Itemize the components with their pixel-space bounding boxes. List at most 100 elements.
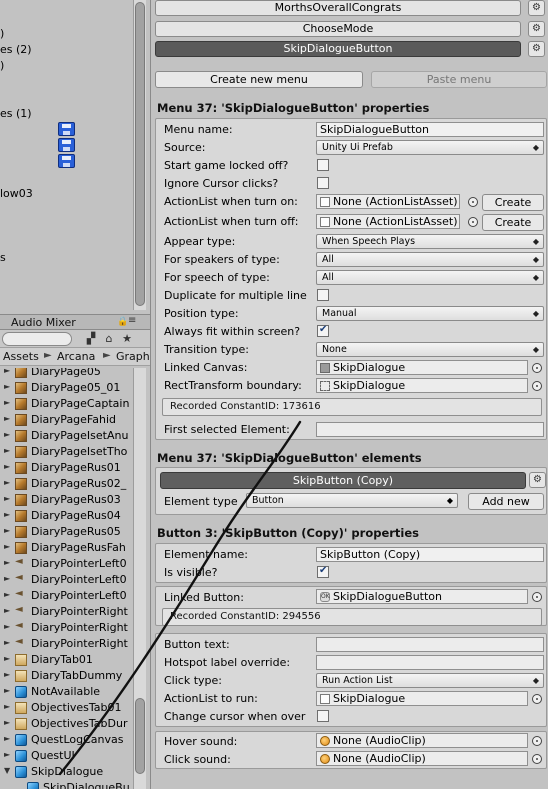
hotspot-override-field[interactable] <box>316 655 544 670</box>
menu-item-skip-dialogue-button[interactable]: SkipDialogueButton <box>155 41 521 57</box>
audio-mixer-tab[interactable]: Audio Mixer <box>11 316 76 329</box>
collapsed-arrow-icon[interactable]: ► <box>4 542 10 551</box>
collapsed-arrow-icon[interactable]: ► <box>4 686 10 695</box>
object-picker-icon[interactable] <box>468 197 478 207</box>
linked-canvas-field[interactable]: SkipDialogue <box>316 360 528 375</box>
collapsed-arrow-icon[interactable]: ► <box>4 750 10 759</box>
speech-type-select[interactable]: All ◆ <box>316 270 544 285</box>
gear-icon[interactable]: ⚙ <box>528 0 545 16</box>
add-new-element-button[interactable]: Add new <box>468 493 544 510</box>
collapsed-arrow-icon[interactable]: ► <box>4 702 10 711</box>
collapsed-arrow-icon[interactable]: ► <box>4 574 10 583</box>
list-item[interactable]: ► NotAvailable <box>0 684 134 700</box>
list-item[interactable]: ▼ SkipDialogue <box>0 764 134 780</box>
breadcrumb-graphics[interactable]: Graph <box>116 350 150 363</box>
object-picker-icon[interactable] <box>532 592 542 602</box>
collapsed-arrow-icon[interactable]: ► <box>4 462 10 471</box>
list-item[interactable]: ► DiaryPointerRight <box>0 620 134 636</box>
expanded-arrow-icon[interactable]: ▼ <box>4 766 10 775</box>
hierarchy-item-fragment[interactable]: s <box>0 251 6 264</box>
actionlist-turn-on-field[interactable]: None (ActionListAsset) <box>316 194 460 209</box>
position-type-select[interactable]: Manual ◆ <box>316 306 544 321</box>
object-picker-icon[interactable] <box>532 754 542 764</box>
ignore-cursor-checkbox[interactable] <box>317 177 329 189</box>
list-item[interactable]: ► DiaryPage05_01 <box>0 380 134 396</box>
list-item[interactable]: ► ObjectivesTabDur <box>0 716 134 732</box>
collapsed-arrow-icon[interactable]: ► <box>4 718 10 727</box>
list-item[interactable]: ►SkipDialogueBu <box>0 780 134 789</box>
collapsed-arrow-icon[interactable]: ► <box>4 494 10 503</box>
breadcrumb-assets[interactable]: Assets <box>3 350 39 363</box>
hierarchy-item-fragment[interactable]: es (1) <box>0 107 32 120</box>
list-item[interactable]: ► DiaryPointerLeft0 <box>0 572 134 588</box>
start-locked-checkbox[interactable] <box>317 159 329 171</box>
menu-item-morths-overall-congrats[interactable]: MorthsOverallCongrats <box>155 0 521 16</box>
list-item[interactable]: ► DiaryPageIsetAnu <box>0 428 134 444</box>
list-item[interactable]: ► DiaryTab01 <box>0 652 134 668</box>
list-item[interactable]: ► QuestLogCanvas <box>0 732 134 748</box>
list-item[interactable]: ► DiaryPageRus01 <box>0 460 134 476</box>
first-selected-field[interactable] <box>316 422 544 437</box>
is-visible-checkbox[interactable] <box>317 565 329 578</box>
appear-type-select[interactable]: When Speech Plays ◆ <box>316 234 544 249</box>
rect-boundary-field[interactable]: SkipDialogue <box>316 378 528 393</box>
create-turn-on-button[interactable]: Create <box>482 194 544 211</box>
paste-menu-button[interactable]: Paste menu <box>371 71 547 88</box>
collapsed-arrow-icon[interactable]: ► <box>4 510 10 519</box>
change-cursor-checkbox[interactable] <box>317 710 329 722</box>
object-picker-icon[interactable] <box>532 694 542 704</box>
menu-item-choose-mode[interactable]: ChooseMode <box>155 21 521 37</box>
hierarchy-scrollbar[interactable] <box>133 0 146 310</box>
collapsed-arrow-icon[interactable]: ► <box>4 606 10 615</box>
transition-type-select[interactable]: None ◆ <box>316 342 544 357</box>
hover-sound-field[interactable]: None (AudioClip) <box>316 733 528 748</box>
source-select[interactable]: Unity Ui Prefab ◆ <box>316 140 544 155</box>
fit-screen-checkbox[interactable] <box>317 324 329 337</box>
hierarchy-item-fragment[interactable]: ) <box>0 27 4 40</box>
element-name-field[interactable]: SkipButton (Copy) <box>316 547 544 562</box>
list-item[interactable]: ► DiaryPointerLeft0 <box>0 556 134 572</box>
breadcrumb-arcana[interactable]: Arcana <box>57 350 95 363</box>
gear-icon[interactable]: ⚙ <box>529 472 546 488</box>
favorite-star-icon[interactable]: ★ <box>120 332 134 346</box>
list-item[interactable]: ► DiaryPageRus04 <box>0 508 134 524</box>
list-item[interactable]: ► DiaryPage05 <box>0 368 134 380</box>
list-item[interactable]: ► DiaryPageRus05 <box>0 524 134 540</box>
collapsed-arrow-icon[interactable]: ► <box>4 414 10 423</box>
list-item[interactable]: ► DiaryTabDummy <box>0 668 134 684</box>
list-item[interactable]: ► DiaryPointerRight <box>0 604 134 620</box>
click-sound-field[interactable]: None (AudioClip) <box>316 751 528 766</box>
object-picker-icon[interactable] <box>532 381 542 391</box>
collapsed-arrow-icon[interactable]: ► <box>4 622 10 631</box>
linked-button-field[interactable]: OK SkipDialogueButton <box>316 589 528 604</box>
click-type-select[interactable]: Run Action List ◆ <box>316 673 544 688</box>
actionlist-run-field[interactable]: SkipDialogue <box>316 691 528 706</box>
button-text-field[interactable] <box>316 637 544 652</box>
gear-icon[interactable]: ⚙ <box>528 41 545 57</box>
collapsed-arrow-icon[interactable]: ► <box>4 654 10 663</box>
object-picker-icon[interactable] <box>532 736 542 746</box>
filter-by-label-icon[interactable]: ⌂ <box>102 332 116 346</box>
list-item[interactable]: ► DiaryPointerRight <box>0 636 134 652</box>
collapsed-arrow-icon[interactable]: ► <box>4 478 10 487</box>
project-scroll-thumb[interactable] <box>135 698 145 774</box>
list-item[interactable]: ► DiaryPageRusFah <box>0 540 134 556</box>
collapsed-arrow-icon[interactable]: ► <box>4 670 10 679</box>
hierarchy-item-fragment[interactable]: es (2) <box>0 43 32 56</box>
hierarchy-item-fragment[interactable]: low03 <box>0 187 33 200</box>
collapsed-arrow-icon[interactable]: ► <box>4 590 10 599</box>
list-item[interactable]: ► ObjectivesTab01 <box>0 700 134 716</box>
menu-name-field[interactable]: SkipDialogueButton <box>316 122 544 137</box>
list-item[interactable]: ► DiaryPageRus03 <box>0 492 134 508</box>
element-item-skip-button-copy[interactable]: SkipButton (Copy) <box>160 472 526 489</box>
lock-icon[interactable]: 🔒 <box>117 317 128 327</box>
gear-icon[interactable]: ⚙ <box>528 21 545 37</box>
list-item[interactable]: ► DiaryPageCaptain <box>0 396 134 412</box>
pane-menu-icon[interactable]: ≡ <box>128 315 136 326</box>
create-turn-off-button[interactable]: Create <box>482 214 544 231</box>
element-type-select[interactable]: Button ◆ <box>246 493 458 508</box>
collapsed-arrow-icon[interactable]: ► <box>4 382 10 391</box>
duplicate-multiple-checkbox[interactable] <box>317 289 329 301</box>
list-item[interactable]: ► QuestUI <box>0 748 134 764</box>
object-picker-icon[interactable] <box>532 363 542 373</box>
